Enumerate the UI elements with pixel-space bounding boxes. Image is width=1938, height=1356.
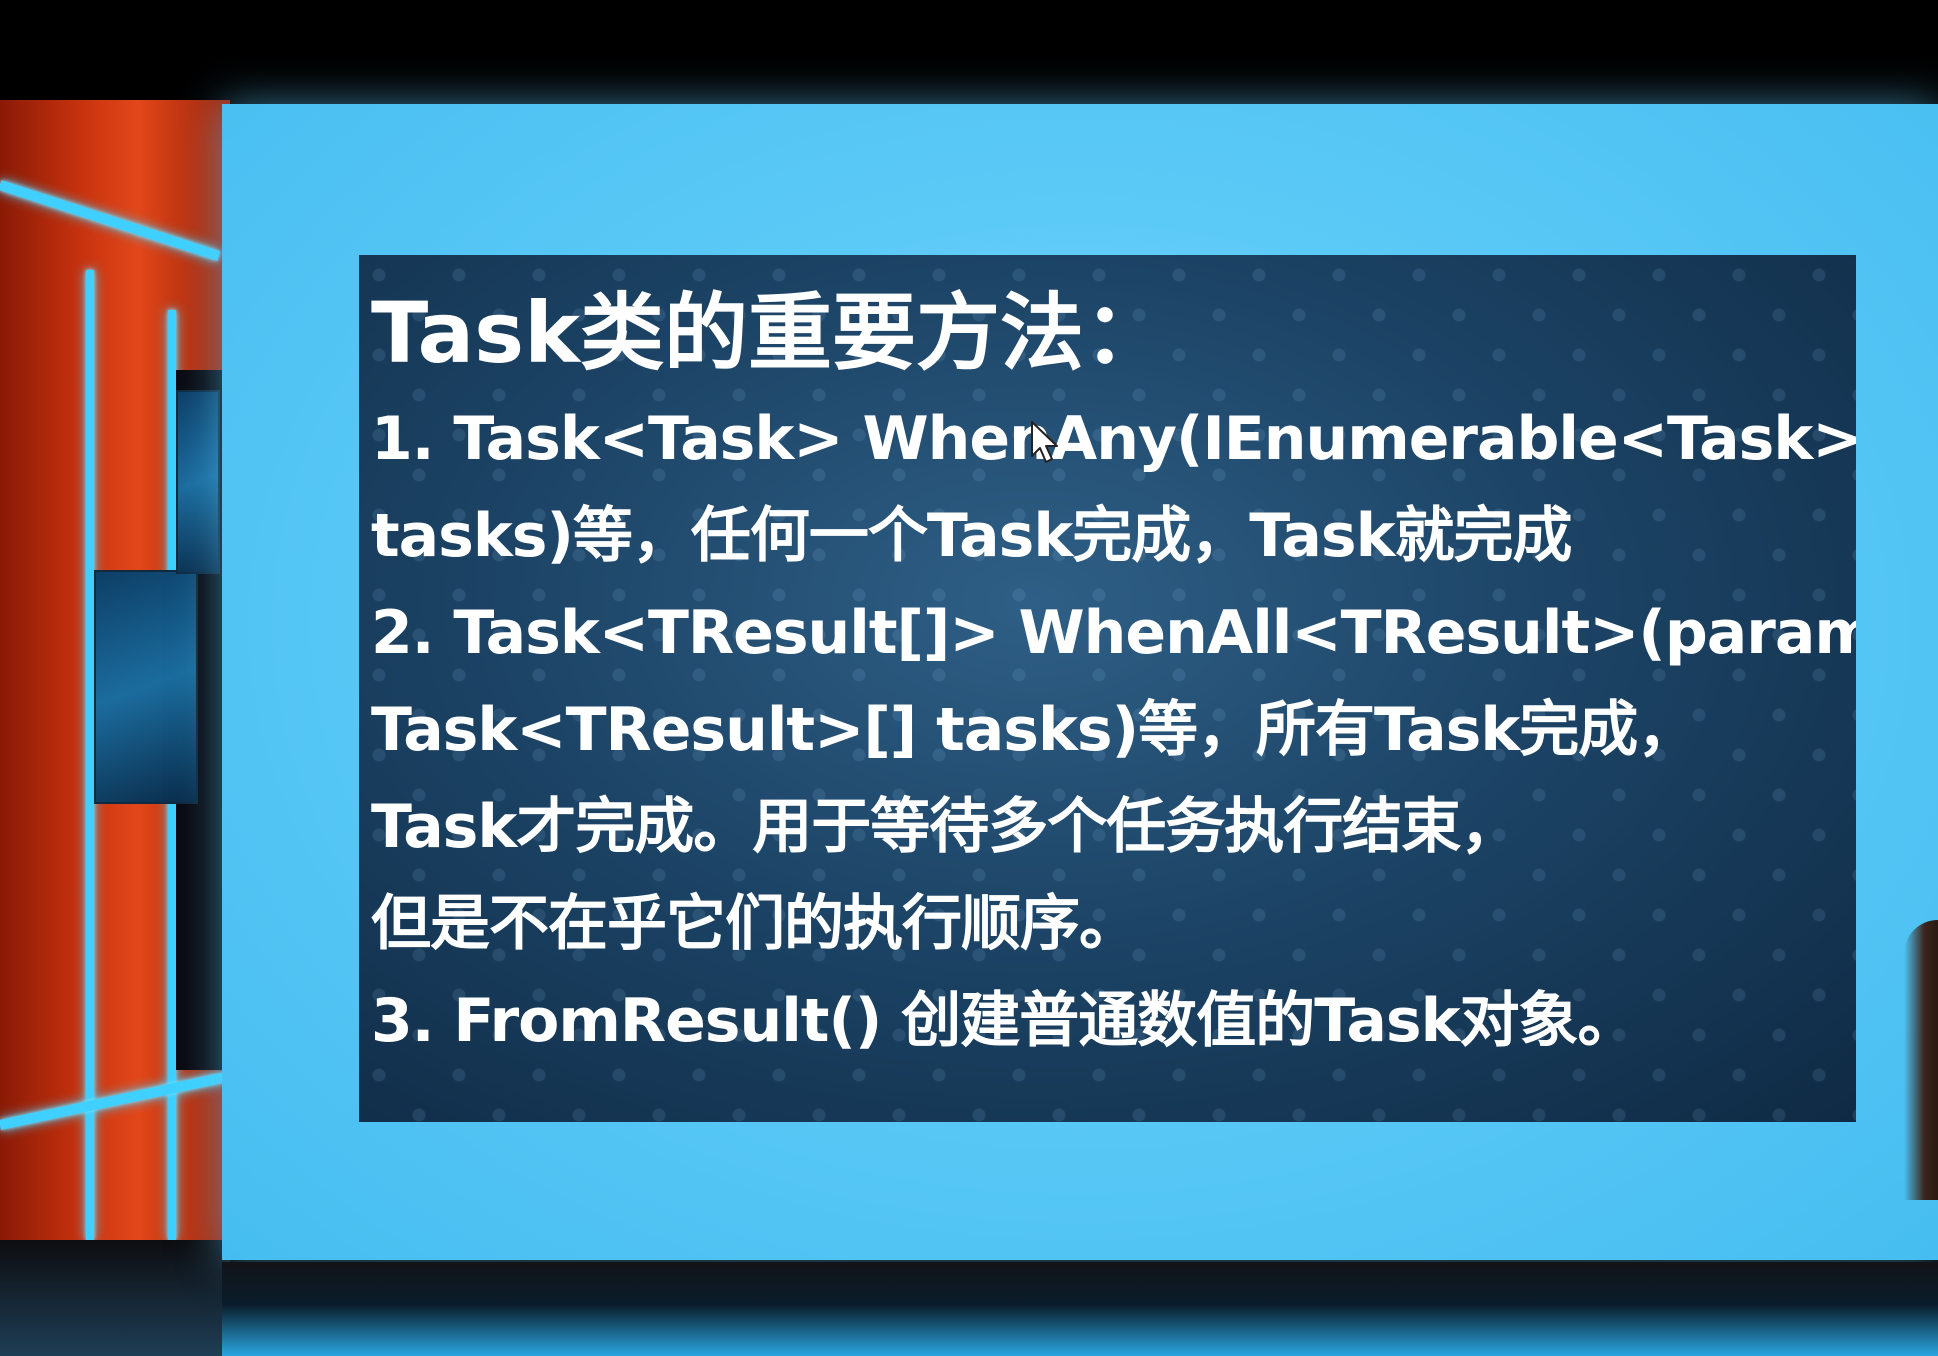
mouse-pointer-icon bbox=[1031, 421, 1058, 463]
slide-line: 1. Task<Task> WhenAny(IEnumerable<Task> bbox=[371, 404, 1856, 474]
stage-floor bbox=[0, 1240, 230, 1356]
slide-line: 3. FromResult() 创建普通数值的Task对象。 bbox=[371, 986, 1638, 1056]
slide-line: tasks)等，任何一个Task完成，Task就完成 bbox=[371, 501, 1573, 571]
slide-line: Task才完成。用于等待多个任务执行结束， bbox=[371, 792, 1520, 862]
neon-strip bbox=[86, 270, 94, 1240]
stage-monitor bbox=[94, 570, 198, 804]
slide-title: Task类的重要方法： bbox=[371, 284, 1169, 382]
video-frame: Task类的重要方法： 1. Task<Task> WhenAny(IEnume… bbox=[0, 0, 1938, 1356]
neon-strip bbox=[0, 180, 221, 261]
screen-base bbox=[222, 1262, 1938, 1356]
slide: Task类的重要方法： 1. Task<Task> WhenAny(IEnume… bbox=[359, 255, 1856, 1122]
slide-line: 但是不在乎它们的执行顺序。 bbox=[371, 889, 1139, 959]
stage-monitor bbox=[176, 390, 220, 574]
neon-strip bbox=[0, 1072, 227, 1130]
stage-decoration-left bbox=[0, 100, 230, 1356]
slide-line: 2. Task<TResult[]> WhenAll<TResult>(para… bbox=[371, 598, 1856, 668]
slide-line: Task<TResult>[] tasks)等，所有Task完成， bbox=[371, 695, 1697, 765]
presenter-silhouette bbox=[1904, 920, 1938, 1200]
